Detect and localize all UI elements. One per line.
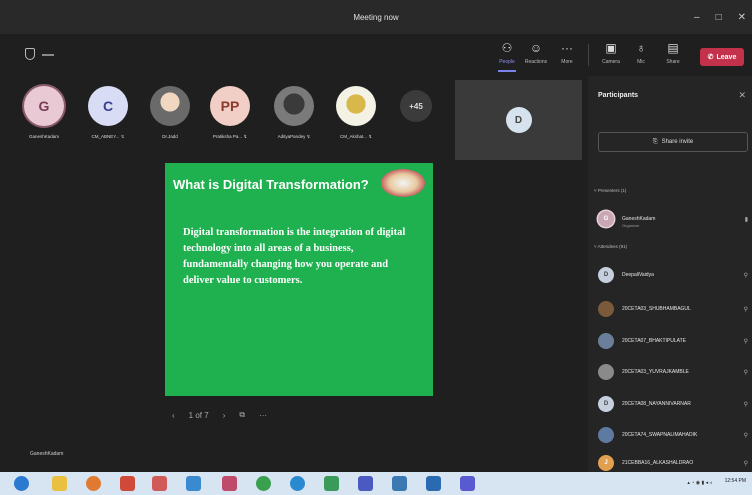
avatar: PP	[210, 86, 250, 126]
avatar: D	[598, 396, 614, 412]
avatar: C	[88, 86, 128, 126]
mic-off-icon: ⚲	[743, 460, 748, 467]
excel-icon[interactable]	[324, 476, 339, 491]
share-button[interactable]: ▤ Share	[656, 40, 690, 70]
share-icon: ▤	[667, 41, 679, 55]
more-participants-tile[interactable]: +45	[390, 86, 442, 122]
notes-icon[interactable]	[186, 476, 201, 491]
avatar	[598, 427, 614, 443]
meeting-toolbar: ⚇ People ☺ Reactions ··· More ▣ Camera ♁…	[0, 34, 752, 76]
participant-tile[interactable]: Dr.Jadd	[144, 86, 196, 139]
minimize-button[interactable]: –	[694, 12, 700, 23]
system-tray[interactable]: ▴ ◔ ◉ ▮ ◂ ◃	[687, 480, 712, 486]
meeting-timer	[42, 54, 54, 56]
avatar: J	[598, 455, 614, 471]
shield-icon	[25, 48, 35, 60]
photos-icon[interactable]	[222, 476, 237, 491]
edge-icon[interactable]	[290, 476, 305, 491]
mic-icon: ♁	[636, 41, 646, 55]
maximize-button[interactable]: □	[716, 12, 722, 23]
participants-panel: Participants ✕ ⎘ Share invite ˅ Presente…	[588, 76, 752, 472]
mic-off-icon: ⚲	[743, 338, 748, 345]
participant-row[interactable]: 20CETA07_BHAKTIPULATE ⚲	[598, 330, 748, 352]
slide-title: What is Digital Transformation?	[173, 177, 369, 192]
avatar: D	[505, 107, 532, 133]
reactions-icon: ☺	[529, 41, 543, 55]
taskbar-clock[interactable]: 12:54 PM	[725, 478, 746, 484]
teams-icon[interactable]	[358, 476, 373, 491]
avatar: G	[598, 211, 614, 227]
self-video-tile[interactable]: D	[455, 80, 582, 160]
close-icon[interactable]: ✕	[738, 90, 746, 101]
teams2-icon[interactable]	[460, 476, 475, 491]
participant-row[interactable]: J 21CEBBA16_ALKASHALDRAO ⚲	[598, 452, 748, 474]
people-icon: ⚇	[501, 41, 513, 55]
media-icon[interactable]	[86, 476, 101, 491]
mic-off-icon: ⚲	[743, 401, 748, 408]
avatar	[598, 301, 614, 317]
paint-icon[interactable]	[152, 476, 167, 491]
mic-off-icon: ⚲	[743, 272, 748, 279]
presenters-section-header[interactable]: ˅ Presenters (1)	[594, 188, 626, 193]
shared-slide: What is Digital Transformation? Digital …	[165, 163, 433, 396]
mic-button[interactable]: ♁ Mic	[624, 40, 658, 70]
avatar	[336, 86, 376, 126]
more-participants-count: +45	[400, 90, 432, 122]
avatar	[274, 86, 314, 126]
participant-row[interactable]: 20CETA03_SHUBHAMBAGUL ⚲	[598, 298, 748, 320]
slide-body: Digital transformation is the integratio…	[183, 227, 406, 286]
mic-off-icon: ⚲	[743, 432, 748, 439]
avatar	[598, 333, 614, 349]
invite-icon: ⎘	[652, 138, 658, 145]
slide-page-indicator: 1 of 7	[188, 410, 209, 420]
prev-slide-button[interactable]: ‹	[172, 411, 175, 420]
avatar: G	[24, 86, 64, 126]
participant-row[interactable]: 20CETA03_YUVRAJKAMBLE ⚲	[598, 361, 748, 383]
participant-tile[interactable]: CM_Akshat... ↯	[330, 86, 382, 140]
start-icon[interactable]	[14, 476, 29, 491]
participant-tile[interactable]: PP Pratiksha Pa... ↯	[204, 86, 256, 140]
camera-icon: ▣	[605, 41, 617, 55]
avatar	[598, 364, 614, 380]
next-slide-button[interactable]: ›	[223, 411, 226, 420]
share-invite-button[interactable]: ⎘ Share invite	[598, 132, 748, 152]
participant-tile[interactable]: C CM_ABNEY... ↯	[82, 86, 134, 140]
windows-taskbar: ▴ ◔ ◉ ▮ ◂ ◃ 12:54 PM	[0, 472, 752, 495]
presenter-name: GaneshKadam	[30, 451, 64, 457]
toolbar-divider	[588, 44, 589, 66]
vscode-icon[interactable]	[426, 476, 441, 491]
avatar: D	[598, 267, 614, 283]
camera-button[interactable]: ▣ Camera	[594, 40, 628, 70]
participant-row[interactable]: 20CETA74_SWAPNALIMAHADIK ⚲	[598, 424, 748, 446]
participant-tile[interactable]: G GaneshKadam	[18, 86, 70, 139]
phone-icon: ✆	[707, 54, 714, 61]
folder-icon[interactable]	[392, 476, 407, 491]
leave-button[interactable]: ✆ Leave	[700, 48, 744, 66]
app-icon[interactable]	[120, 476, 135, 491]
window-controls: – □ ✕	[694, 0, 746, 34]
participant-row[interactable]: D DeepaliVaidya ⚲	[598, 264, 748, 286]
copy-icon[interactable]: ⧉	[239, 410, 245, 420]
attendees-section-header[interactable]: ˅ Attendees (91)	[594, 244, 627, 249]
slide-more-button[interactable]: ···	[259, 411, 267, 420]
participant-tile[interactable]: AdityaPandey ↯	[268, 86, 320, 140]
participant-row[interactable]: G GaneshKadam Organizer ▮	[598, 208, 748, 230]
file-explorer-icon[interactable]	[52, 476, 67, 491]
more-icon: ···	[561, 41, 573, 55]
window-title: Meeting now	[353, 12, 399, 22]
more-button[interactable]: ··· More	[550, 40, 584, 70]
title-bar: Meeting now – □ ✕	[0, 0, 752, 34]
college-logo-icon	[381, 169, 425, 197]
avatar	[150, 86, 190, 126]
panel-title: Participants	[598, 92, 639, 99]
mic-off-icon: ⚲	[743, 369, 748, 376]
chrome-icon[interactable]	[256, 476, 271, 491]
mic-off-icon: ⚲	[743, 306, 748, 313]
mic-icon: ▮	[744, 216, 748, 223]
reactions-button[interactable]: ☺ Reactions	[519, 40, 553, 70]
slide-controls: ‹ 1 of 7 › ⧉ ···	[172, 410, 267, 420]
close-window-button[interactable]: ✕	[738, 12, 746, 23]
participant-row[interactable]: D 20CETA08_NAYANNIVARNAR ⚲	[598, 393, 748, 415]
